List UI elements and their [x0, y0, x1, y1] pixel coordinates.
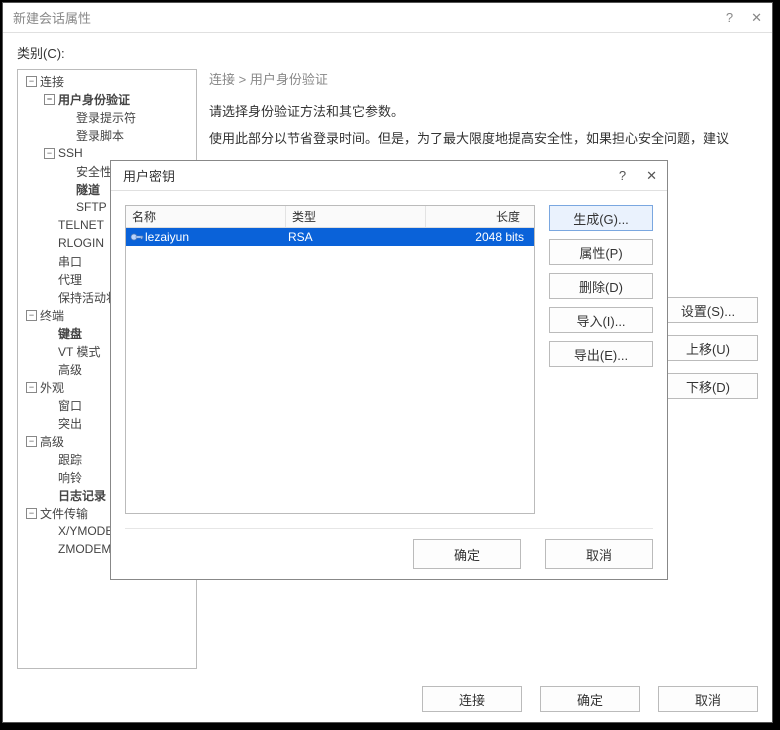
desc-line-1: 请选择身份验证方法和其它参数。	[209, 102, 758, 123]
tree-item-label: 隧道	[76, 181, 100, 198]
column-header-type[interactable]: 类型	[286, 206, 426, 227]
listview-header: 名称 类型 长度	[126, 206, 534, 228]
modal-ok-button[interactable]: 确定	[413, 539, 521, 569]
tree-item-label: 登录脚本	[76, 127, 124, 144]
properties-button[interactable]: 属性(P)	[549, 239, 653, 265]
tree-item-label: 连接	[40, 73, 64, 90]
import-button[interactable]: 导入(I)...	[549, 307, 653, 333]
tree-item-label: 登录提示符	[76, 109, 136, 126]
modal-title: 用户密钥	[123, 166, 175, 185]
auth-side-buttons: 设置(S)... 上移(U) 下移(D)	[658, 297, 758, 399]
column-header-name[interactable]: 名称	[126, 206, 286, 227]
tree-toggle-icon[interactable]: −	[44, 94, 55, 105]
tree-item-label: 代理	[58, 271, 82, 288]
user-key-dialog: 用户密钥 ? ✕ 名称 类型 长度 lezaiyun RSA2048 bits 生…	[110, 160, 668, 580]
key-listview[interactable]: 名称 类型 长度 lezaiyun RSA2048 bits	[125, 205, 535, 514]
parent-title: 新建会话属性	[13, 8, 91, 27]
parent-cancel-button[interactable]: 取消	[658, 686, 758, 712]
category-label: 类别(C):	[17, 43, 65, 62]
breadcrumb: 连接 > 用户身份验证	[209, 69, 758, 88]
parent-ok-button[interactable]: 确定	[540, 686, 640, 712]
desc-line-2: 使用此部分以节省登录时间。但是，为了最大限度地提高安全性，如果担心安全问题，建议	[209, 129, 758, 150]
connect-button[interactable]: 连接	[422, 686, 522, 712]
tree-item-label: TELNET	[58, 218, 104, 232]
tree-item-label: 跟踪	[58, 451, 82, 468]
tree-item-label: 键盘	[58, 325, 82, 342]
close-icon[interactable]: ✕	[751, 10, 762, 26]
key-type: RSA	[286, 228, 426, 246]
listview-rows: lezaiyun RSA2048 bits	[126, 228, 534, 246]
move-down-button[interactable]: 下移(D)	[658, 373, 758, 399]
tree-item-label: 高级	[58, 361, 82, 378]
tree-item-label: 外观	[40, 379, 64, 396]
tree-item[interactable]: 登录提示符	[18, 108, 196, 126]
close-icon[interactable]: ✕	[646, 168, 657, 184]
settings-button[interactable]: 设置(S)...	[658, 297, 758, 323]
column-header-length[interactable]: 长度	[426, 206, 534, 227]
tree-item-label: SSH	[58, 146, 83, 160]
parent-titlebar-controls: ? ✕	[726, 10, 762, 26]
tree-item[interactable]: −连接	[18, 72, 196, 90]
tree-item-label: 高级	[40, 433, 64, 450]
parent-footer: 连接 确定 取消	[422, 686, 758, 712]
tree-toggle-icon[interactable]: −	[26, 382, 37, 393]
modal-side-buttons: 生成(G)... 属性(P) 删除(D) 导入(I)... 导出(E)...	[549, 205, 653, 514]
tree-toggle-icon[interactable]: −	[26, 508, 37, 519]
key-icon	[130, 231, 144, 243]
tree-item-label: 安全性	[76, 163, 112, 180]
modal-cancel-button[interactable]: 取消	[545, 539, 653, 569]
move-up-button[interactable]: 上移(U)	[658, 335, 758, 361]
tree-item-label: ZMODEM	[58, 542, 111, 556]
tree-item-label: 终端	[40, 307, 64, 324]
tree-item-label: 日志记录	[58, 487, 106, 504]
tree-item[interactable]: 登录脚本	[18, 126, 196, 144]
tree-item-label: VT 模式	[58, 343, 100, 360]
tree-item-label: RLOGIN	[58, 236, 104, 250]
key-name: lezaiyun	[145, 230, 189, 244]
modal-titlebar-controls: ? ✕	[619, 168, 657, 184]
tree-item-label: 用户身份验证	[58, 91, 130, 108]
help-icon[interactable]: ?	[726, 10, 733, 25]
tree-item-label: 文件传输	[40, 505, 88, 522]
generate-button[interactable]: 生成(G)...	[549, 205, 653, 231]
modal-main: 名称 类型 长度 lezaiyun RSA2048 bits 生成(G)... 属…	[125, 205, 653, 514]
help-icon[interactable]: ?	[619, 168, 626, 184]
key-row[interactable]: lezaiyun RSA2048 bits	[126, 228, 534, 246]
tree-item-label: 响铃	[58, 469, 82, 486]
tree-item-label: 突出	[58, 415, 82, 432]
modal-body: 名称 类型 长度 lezaiyun RSA2048 bits 生成(G)... 属…	[111, 191, 667, 579]
modal-titlebar: 用户密钥 ? ✕	[111, 161, 667, 191]
key-length: 2048 bits	[426, 228, 534, 246]
tree-item-label: 串口	[58, 253, 82, 270]
export-button[interactable]: 导出(E)...	[549, 341, 653, 367]
tree-toggle-icon[interactable]: −	[44, 148, 55, 159]
tree-item[interactable]: −用户身份验证	[18, 90, 196, 108]
tree-toggle-icon[interactable]: −	[26, 76, 37, 87]
tree-item-label: 窗口	[58, 397, 82, 414]
modal-footer: 确定 取消	[125, 528, 653, 569]
delete-button[interactable]: 删除(D)	[549, 273, 653, 299]
tree-toggle-icon[interactable]: −	[26, 310, 37, 321]
parent-titlebar: 新建会话属性 ? ✕	[3, 3, 772, 33]
tree-toggle-icon[interactable]: −	[26, 436, 37, 447]
tree-item-label: SFTP	[76, 200, 107, 214]
